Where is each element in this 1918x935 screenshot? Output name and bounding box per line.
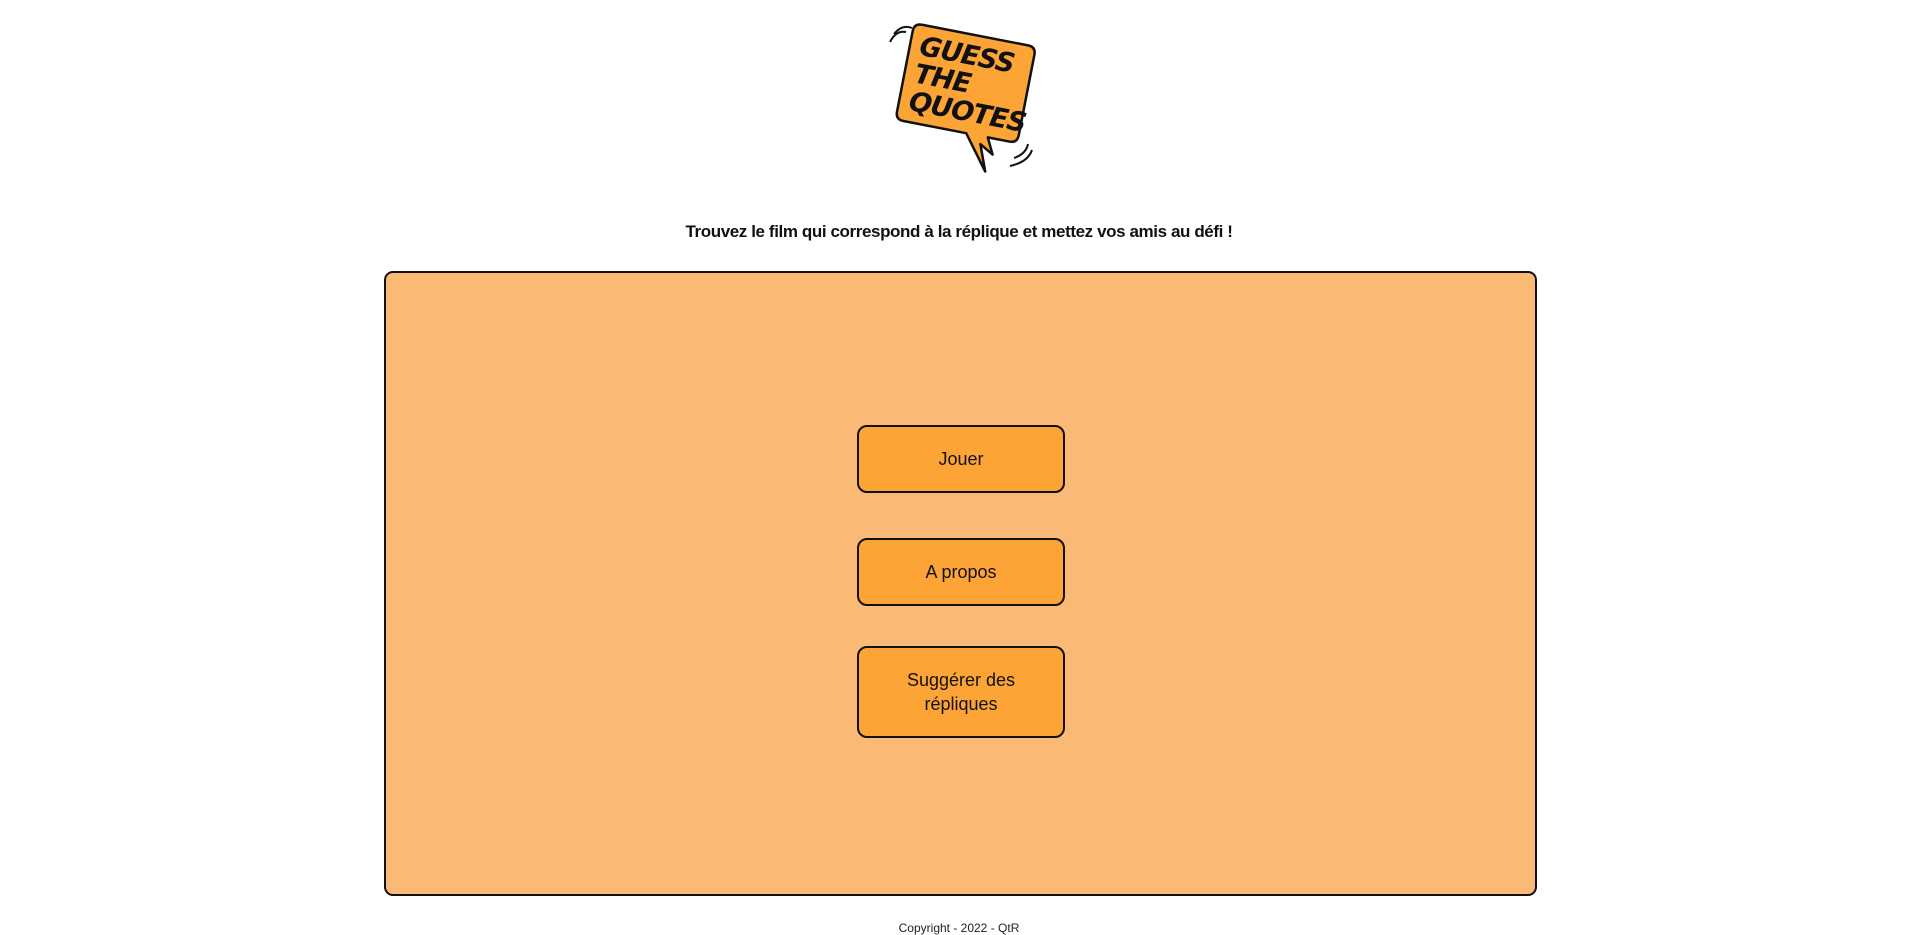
footer-copyright: Copyright - 2022 - QtR	[898, 921, 1020, 935]
about-button[interactable]: A propos	[857, 538, 1065, 606]
speech-bubble-logo-icon: GUESS THE QUOTES	[889, 23, 1036, 173]
suggest-quotes-button[interactable]: Suggérer des répliques	[857, 646, 1065, 738]
page-tagline: Trouvez le film qui correspond à la répl…	[685, 222, 1233, 241]
play-button[interactable]: Jouer	[857, 425, 1065, 493]
logo: GUESS THE QUOTES	[888, 22, 1040, 182]
